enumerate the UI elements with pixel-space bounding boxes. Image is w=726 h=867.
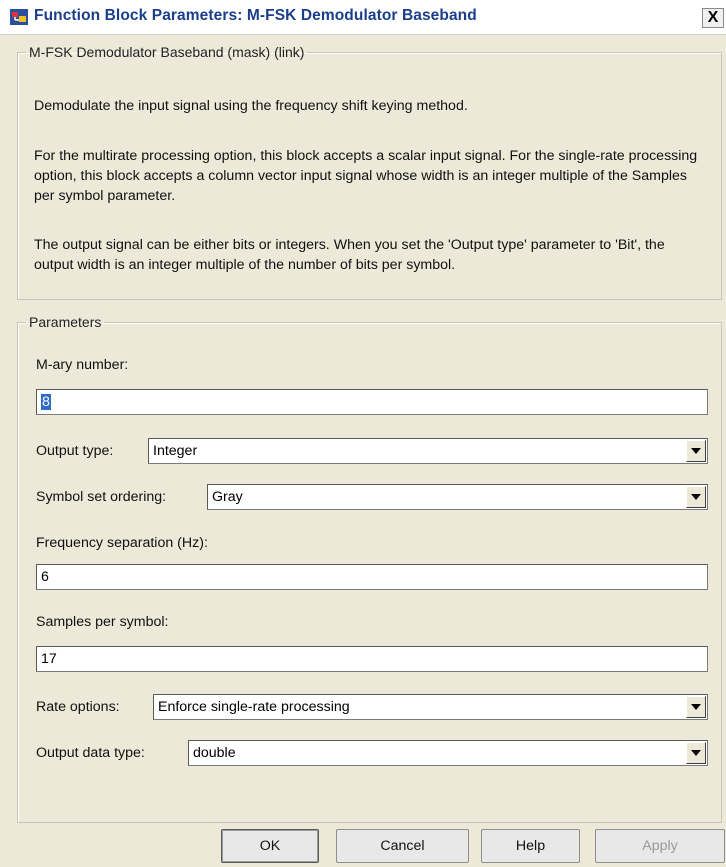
description-paragraph-3: The output signal can be either bits or … (34, 237, 665, 273)
output-type-dropdown[interactable]: Integer (148, 438, 708, 464)
rate-options-dropdown[interactable]: Enforce single-rate processing (153, 694, 708, 720)
description-paragraph-1: Demodulate the input signal using the fr… (34, 98, 468, 114)
frequency-separation-label: Frequency separation (Hz): (36, 535, 208, 551)
m-ary-number-field[interactable]: 8 (36, 389, 708, 415)
symbol-set-ordering-label: Symbol set ordering: (36, 489, 167, 505)
output-data-type-value: double (193, 745, 236, 761)
rate-options-value: Enforce single-rate processing (158, 699, 350, 715)
description-group-title: M-FSK Demodulator Baseband (mask) (link) (29, 44, 305, 60)
rate-options-label: Rate options: (36, 699, 120, 715)
chevron-down-icon[interactable] (686, 486, 706, 508)
output-data-type-dropdown[interactable]: double (188, 740, 708, 766)
window-title: Function Block Parameters: M-FSK Demodul… (34, 7, 477, 24)
output-data-type-label: Output data type: (36, 745, 145, 761)
m-ary-number-value: 8 (41, 394, 51, 410)
chevron-down-icon[interactable] (686, 696, 706, 718)
samples-per-symbol-value: 17 (41, 651, 57, 667)
ok-button[interactable]: OK (221, 829, 319, 863)
chevron-down-icon[interactable] (686, 440, 706, 462)
output-type-value: Integer (153, 443, 198, 459)
parameters-group-title: Parameters (29, 314, 102, 330)
chevron-down-icon[interactable] (686, 742, 706, 764)
samples-per-symbol-label: Samples per symbol: (36, 614, 169, 630)
symbol-set-ordering-value: Gray (212, 489, 243, 505)
output-type-label: Output type: (36, 443, 114, 459)
simulink-block-icon (10, 9, 28, 25)
apply-button[interactable]: Apply (595, 829, 725, 863)
close-icon: X (707, 9, 719, 26)
description-group: M-FSK Demodulator Baseband (mask) (link)… (17, 44, 722, 300)
frequency-separation-value: 6 (41, 569, 49, 585)
cancel-button[interactable]: Cancel (336, 829, 469, 863)
close-button[interactable]: X (702, 8, 724, 28)
samples-per-symbol-field[interactable]: 17 (36, 646, 708, 672)
symbol-set-ordering-dropdown[interactable]: Gray (207, 484, 708, 510)
title-bar: Function Block Parameters: M-FSK Demodul… (0, 0, 726, 35)
m-ary-number-label: M-ary number: (36, 357, 129, 373)
help-button[interactable]: Help (481, 829, 580, 863)
frequency-separation-field[interactable]: 6 (36, 564, 708, 590)
description-paragraph-2: For the multirate processing option, thi… (34, 148, 698, 204)
